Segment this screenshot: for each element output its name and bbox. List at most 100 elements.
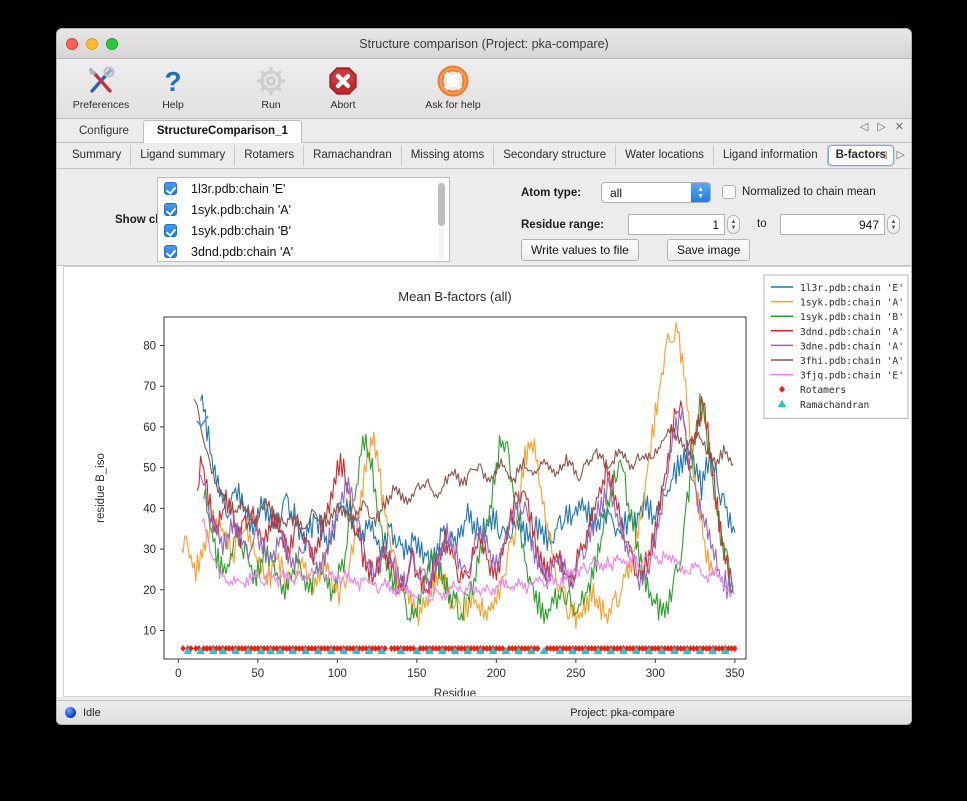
status-indicator-icon — [65, 707, 76, 718]
x-axis-label: Residue — [434, 688, 476, 696]
y-tick-label: 80 — [143, 341, 156, 353]
chain-checkbox[interactable] — [164, 245, 177, 258]
tab-ligand-information[interactable]: Ligand information — [714, 145, 828, 166]
close-window-button[interactable] — [66, 38, 78, 50]
y-tick-label: 10 — [143, 626, 156, 638]
next-result-tab-arrow-icon[interactable]: ▷ — [897, 148, 905, 161]
abort-button[interactable]: Abort — [307, 63, 379, 111]
window-title: Structure comparison (Project: pka-compa… — [57, 29, 911, 59]
close-tab-icon[interactable]: ✕ — [895, 120, 904, 134]
stop-x-icon — [327, 65, 359, 97]
legend-label: 3dnd.pdb:chain 'A' — [800, 327, 904, 338]
atom-type-select[interactable]: all ▲▼ — [601, 182, 711, 203]
chain-list[interactable]: 1l3r.pdb:chain 'E' 1syk.pdb:chain 'A' 1s… — [157, 177, 450, 262]
status-bar: Idle Project: pka-compare — [57, 700, 912, 724]
x-tick-label: 350 — [725, 668, 744, 680]
svg-text:?: ? — [164, 66, 181, 97]
prev-result-tab-arrow-icon[interactable]: ◁ — [878, 148, 886, 161]
controls-panel: Show chains: 1l3r.pdb:chain 'E' 1syk.pdb… — [57, 169, 911, 266]
toolbar-item-label: Help — [162, 99, 184, 111]
tab-ramachandran[interactable]: Ramachandran — [304, 145, 402, 166]
toolbar-item-label: Abort — [330, 99, 355, 111]
preferences-button[interactable]: Preferences — [65, 63, 137, 111]
residue-range-label: Residue range: — [521, 219, 604, 231]
titlebar: Structure comparison (Project: pka-compa… — [57, 29, 911, 59]
chain-checkbox[interactable] — [164, 224, 177, 237]
traffic-lights — [57, 38, 118, 50]
prev-tab-arrow-icon[interactable]: ◁ — [860, 120, 868, 134]
chain-name: 1syk.pdb:chain 'B' — [191, 224, 291, 238]
plot-panel: Mean B-factors (all)10203040506070800501… — [57, 266, 912, 697]
chain-list-scrollbar[interactable] — [436, 181, 447, 260]
legend-label: 3dne.pdb:chain 'A' — [800, 341, 904, 352]
tab-water-locations[interactable]: Water locations — [616, 145, 714, 166]
save-image-button[interactable]: Save image — [667, 239, 750, 261]
x-tick-label: 0 — [175, 668, 181, 680]
app-window: Structure comparison (Project: pka-compa… — [56, 28, 912, 725]
legend-label: 3fhi.pdb:chain 'A' — [800, 356, 904, 367]
normalized-checkbox[interactable] — [722, 185, 736, 199]
list-item[interactable]: 1syk.pdb:chain 'B' — [158, 220, 449, 241]
tools-icon — [85, 65, 117, 97]
residue-to-label: to — [757, 218, 767, 230]
next-tab-arrow-icon[interactable]: ▷ — [877, 120, 885, 134]
tab-secondary-structure[interactable]: Secondary structure — [494, 145, 616, 166]
minimize-window-button[interactable] — [86, 38, 98, 50]
plot-frame — [164, 317, 746, 659]
maximize-window-button[interactable] — [106, 38, 118, 50]
question-mark-icon: ? — [157, 65, 189, 97]
project-tab-bar: Configure StructureComparison_1 ◁ ▷ ✕ — [57, 119, 911, 143]
y-tick-label: 40 — [143, 503, 156, 515]
list-item[interactable]: 3dnd.pdb:chain 'A' — [158, 241, 449, 262]
legend-label: 1l3r.pdb:chain 'E' — [800, 283, 904, 294]
x-tick-label: 100 — [328, 668, 347, 680]
run-button[interactable]: Run — [235, 63, 307, 111]
stepper-arrows-icon[interactable]: ▲▼ — [727, 215, 740, 234]
result-tab-nav: ◁ ▷ — [878, 148, 905, 161]
y-axis-label: residue B_iso — [95, 453, 107, 523]
normalized-label: Normalized to chain mean — [742, 186, 876, 198]
toolbar-item-label: Ask for help — [425, 99, 480, 111]
project-tab-nav: ◁ ▷ ✕ — [860, 120, 904, 134]
y-tick-label: 50 — [143, 463, 156, 475]
scrollbar-thumb[interactable] — [438, 183, 445, 226]
residue-from-input[interactable]: 1 — [628, 214, 725, 235]
list-item[interactable]: 1syk.pdb:chain 'A' — [158, 199, 449, 220]
x-tick-label: 50 — [251, 668, 264, 680]
result-tab-bar: Summary Ligand summary Rotamers Ramachan… — [57, 143, 911, 169]
list-item[interactable]: 1l3r.pdb:chain 'E' — [158, 178, 449, 199]
chain-checkbox[interactable] — [164, 182, 177, 195]
y-tick-label: 60 — [143, 422, 156, 434]
tab-ligand-summary[interactable]: Ligand summary — [131, 145, 235, 166]
toolbar-item-label: Preferences — [73, 99, 130, 111]
tab-configure[interactable]: Configure — [65, 120, 143, 142]
help-button[interactable]: ? Help — [137, 63, 209, 111]
toolbar-item-label: Run — [261, 99, 280, 111]
write-values-to-file-button[interactable]: Write values to file — [521, 239, 639, 261]
b-factor-plot-svg: Mean B-factors (all)10203040506070800501… — [64, 267, 912, 696]
residue-to-input[interactable]: 947 — [780, 214, 885, 235]
chain-name: 1l3r.pdb:chain 'E' — [191, 182, 285, 196]
tab-summary[interactable]: Summary — [63, 145, 131, 166]
atom-type-label: Atom type: — [521, 187, 581, 199]
y-tick-label: 30 — [143, 544, 156, 556]
status-project: Project: pka-compare — [332, 707, 912, 719]
ask-for-help-button[interactable]: Ask for help — [405, 63, 501, 111]
stepper-arrows-icon[interactable]: ▲▼ — [691, 183, 710, 202]
residue-from-stepper[interactable]: 1 ▲▼ — [628, 214, 740, 235]
tab-rotamers[interactable]: Rotamers — [235, 145, 304, 166]
b-factor-plot[interactable]: Mean B-factors (all)10203040506070800501… — [63, 266, 912, 697]
legend-label: 1syk.pdb:chain 'B' — [800, 312, 904, 323]
x-tick-label: 150 — [407, 668, 426, 680]
stepper-arrows-icon[interactable]: ▲▼ — [887, 215, 900, 234]
y-tick-label: 20 — [143, 585, 156, 597]
tab-structurecomparison-1[interactable]: StructureComparison_1 — [143, 120, 302, 143]
toolbar: Preferences ? Help — [57, 59, 911, 119]
chain-checkbox[interactable] — [164, 203, 177, 216]
tab-missing-atoms[interactable]: Missing atoms — [402, 145, 495, 166]
legend-label: 3fjq.pdb:chain 'E' — [800, 371, 904, 382]
atom-type-value: all — [610, 186, 622, 200]
x-tick-label: 200 — [487, 668, 506, 680]
residue-to-stepper[interactable]: 947 ▲▼ — [780, 214, 900, 235]
chart-title: Mean B-factors (all) — [398, 289, 511, 304]
